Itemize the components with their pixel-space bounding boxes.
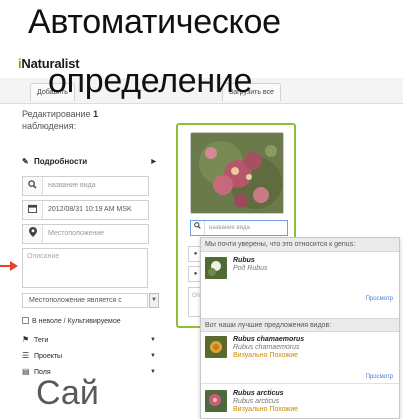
pencil-icon: ✎ bbox=[22, 157, 29, 166]
description-placeholder: Описание bbox=[27, 253, 60, 260]
visually-similar-label: Визуально Похожие bbox=[233, 352, 299, 359]
chevron-down-icon[interactable]: ▼ bbox=[149, 293, 159, 308]
search-icon bbox=[23, 177, 43, 195]
chevron-right-icon: ▶ bbox=[151, 159, 156, 165]
suggestion-name: Rubus chamaemorus bbox=[233, 336, 305, 343]
visually-similar-label: Визуально Похожие bbox=[233, 406, 299, 413]
view-link[interactable]: Просмотр bbox=[366, 296, 393, 302]
map-marker-icon bbox=[23, 225, 43, 243]
rubus-arcticus-thumbnail bbox=[205, 390, 227, 412]
datetime-value: 2012/08/31 10:19 AM MSK bbox=[48, 206, 132, 213]
tag-icon: ⚑ bbox=[22, 335, 30, 344]
location-visibility-value: Местоположение является с bbox=[29, 297, 122, 304]
chevron-down-icon: ▼ bbox=[150, 337, 156, 343]
suggestion-sci-name: Rubus chamaemorus bbox=[233, 344, 300, 351]
top-suggestion-name: Rubus bbox=[233, 257, 255, 264]
rubus-chamaemorus-thumbnail bbox=[205, 336, 227, 358]
edit-heading: Редактирование 1 наблюдения: bbox=[22, 108, 156, 132]
projects-toggle[interactable]: ☰ Проекты ▼ bbox=[22, 349, 156, 363]
confident-header: Мы почти уверены, что это относится к ge… bbox=[201, 238, 399, 252]
datetime-field[interactable]: 2012/08/31 10:19 AM MSK bbox=[22, 200, 149, 220]
location-field[interactable]: Местоположение bbox=[22, 224, 149, 244]
location-visibility-select[interactable]: Местоположение является с ▼ bbox=[22, 293, 159, 308]
details-toggle[interactable]: ✎ Подробности ▶ bbox=[22, 155, 156, 169]
slide-bottom-text: Сай bbox=[36, 374, 99, 412]
divider bbox=[201, 383, 399, 384]
rubus-thumbnail bbox=[205, 257, 227, 279]
chevron-down-icon: ▼ bbox=[150, 353, 156, 359]
projects-icon: ☰ bbox=[22, 351, 30, 360]
edit-heading-prefix: Редактирование bbox=[22, 109, 91, 119]
projects-label: Проекты bbox=[34, 353, 63, 360]
edit-heading-suffix: наблюдения: bbox=[22, 121, 77, 131]
card-species-input[interactable]: название вида bbox=[190, 220, 288, 236]
fields-icon: ▤ bbox=[22, 367, 30, 376]
red-arrow-icon bbox=[0, 261, 18, 271]
location-placeholder: Местоположение bbox=[48, 230, 105, 237]
suggestion-name: Rubus arcticus bbox=[233, 390, 284, 397]
slide-title-line2: определение bbox=[48, 62, 253, 100]
edit-count: 1 bbox=[93, 109, 99, 119]
tags-label: Теги bbox=[34, 337, 49, 344]
captive-checkbox[interactable]: В неволе / Культивируемое bbox=[22, 317, 121, 325]
captive-label: В неволе / Культивируемое bbox=[32, 318, 121, 325]
slide-title-line1: Автоматическое bbox=[28, 3, 281, 41]
details-label: Подробности bbox=[34, 157, 88, 166]
checkbox-box[interactable] bbox=[22, 317, 29, 324]
species-placeholder: название вида bbox=[48, 182, 96, 189]
view-link[interactable]: Просмотр bbox=[366, 374, 393, 380]
suggestion-sci-name: Rubus arcticus bbox=[233, 398, 280, 405]
observation-photo[interactable] bbox=[190, 132, 284, 214]
calendar-icon bbox=[23, 201, 43, 219]
species-suggestions-dropdown: Мы почти уверены, что это относится к ge… bbox=[200, 237, 400, 419]
top-suggestion-rank: Род Rubus bbox=[233, 265, 268, 272]
search-icon bbox=[191, 221, 205, 235]
best-header-text: Вот наши лучшие предложения видов: bbox=[205, 322, 332, 329]
best-suggestions-header: Вот наши лучшие предложения видов: bbox=[201, 318, 399, 332]
chevron-down-icon: ▼ bbox=[150, 369, 156, 375]
confident-header-text: Мы почти уверены, что это относится к ge… bbox=[205, 241, 356, 248]
plant-photo-image bbox=[191, 133, 283, 213]
description-textarea[interactable]: Описание bbox=[22, 248, 148, 288]
tags-toggle[interactable]: ⚑ Теги ▼ bbox=[22, 333, 156, 347]
card-species-placeholder: название вида bbox=[209, 225, 250, 231]
species-name-field[interactable]: название вида bbox=[22, 176, 149, 196]
edit-panel: Редактирование 1 наблюдения: ✎ Подробност… bbox=[22, 108, 159, 376]
